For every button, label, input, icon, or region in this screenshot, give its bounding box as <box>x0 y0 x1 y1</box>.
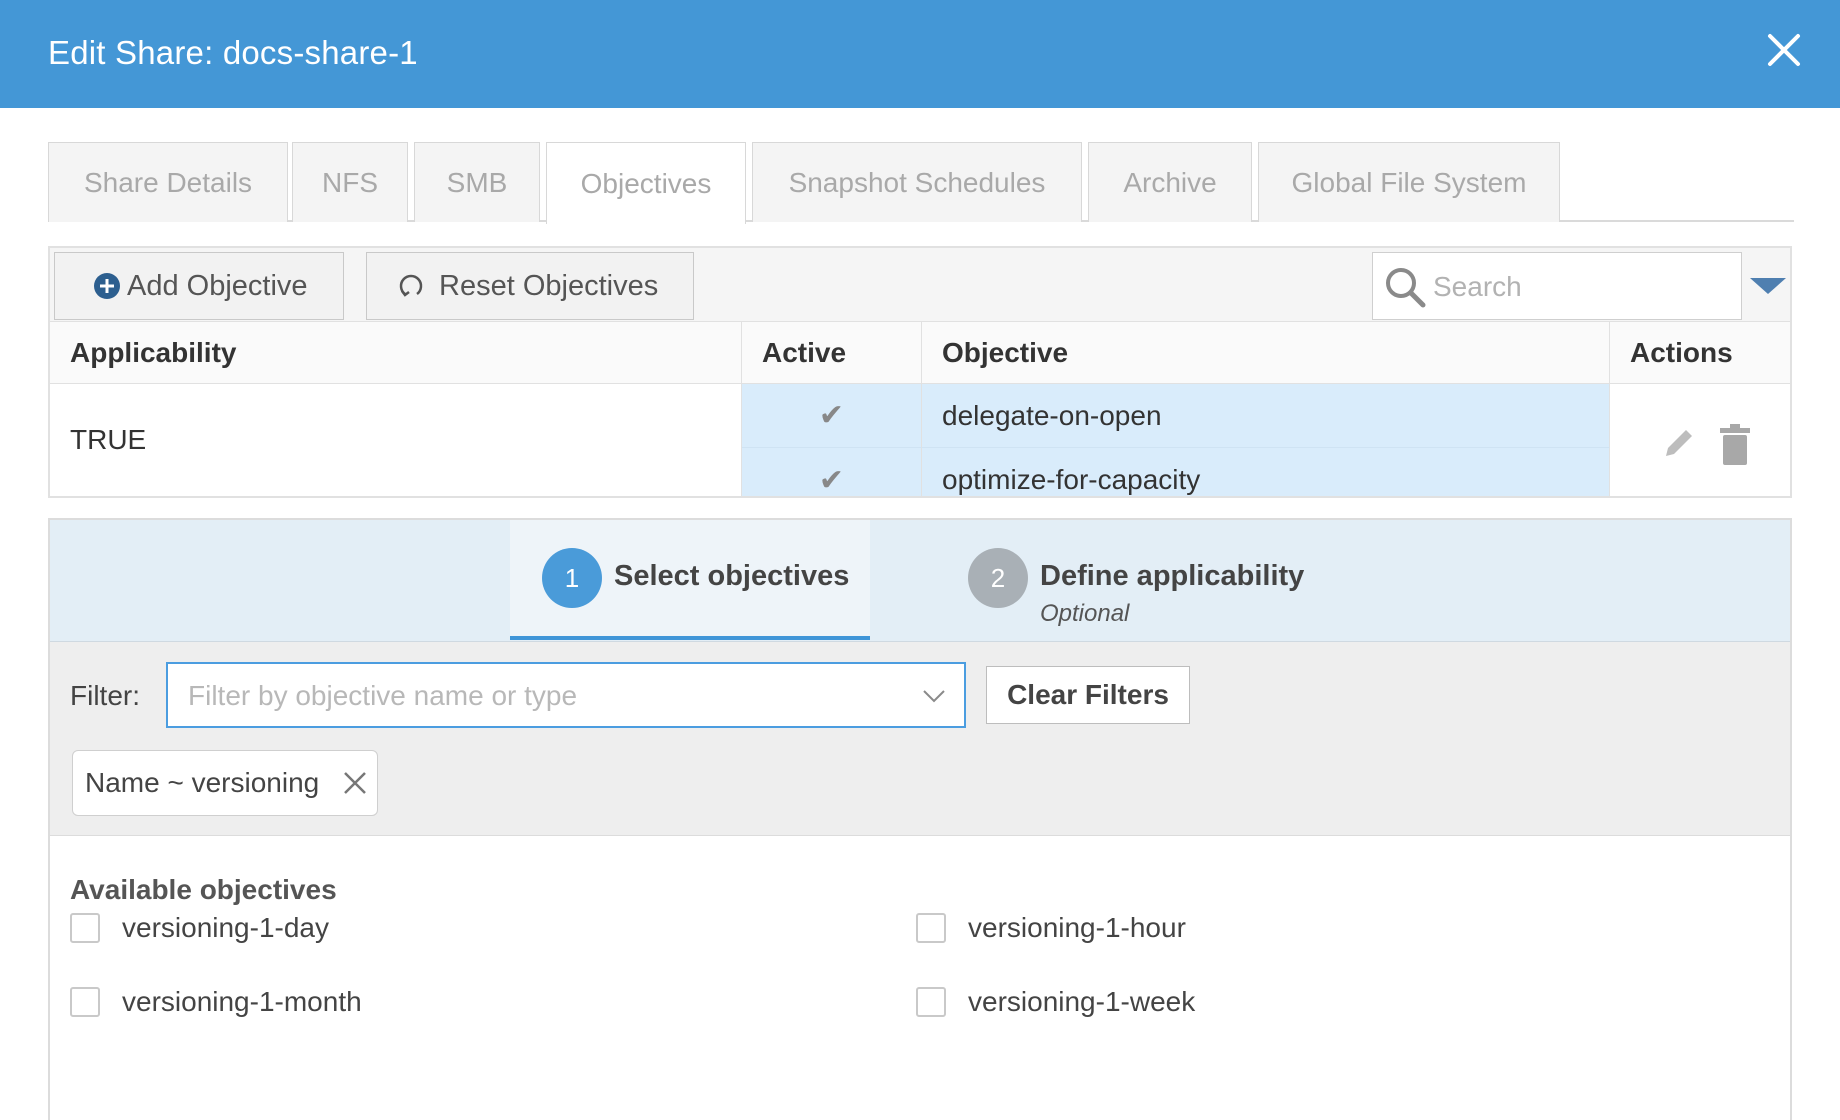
objective-cell: optimize-for-capacity <box>922 448 1610 496</box>
step-label: Define applicability <box>1040 560 1305 592</box>
trash-icon[interactable] <box>1718 424 1752 466</box>
objective-option-label: versioning-1-hour <box>968 912 1186 943</box>
column-header-applicability[interactable]: Applicability <box>50 322 742 384</box>
table-header: Applicability Active Objective Actions <box>50 322 1790 384</box>
objective-option[interactable]: versioning-1-day <box>70 908 329 948</box>
objective-wizard: 1 Select objectives 2 Define applicabili… <box>48 518 1792 1120</box>
close-icon[interactable] <box>1764 30 1804 70</box>
add-objective-label: Add Objective <box>127 269 308 302</box>
search-placeholder: Search <box>1433 271 1522 302</box>
filter-chip: Name ~ versioning <box>72 750 378 816</box>
tab-smb[interactable]: SMB <box>414 142 540 222</box>
table-toolbar: Add Objective Reset Objectives Search <box>50 248 1790 322</box>
objectives-table-panel: Add Objective Reset Objectives Search Ap… <box>48 246 1792 498</box>
tab-objectives[interactable]: Objectives <box>546 142 746 224</box>
reset-objectives-label: Reset Objectives <box>439 269 659 302</box>
step-number: 2 <box>968 548 1028 608</box>
dialog-header: Edit Share: docs-share-1 <box>0 0 1840 108</box>
filter-label: Filter: <box>70 680 140 711</box>
filter-chip-label: Name ~ versioning <box>85 767 320 798</box>
refresh-icon <box>399 274 423 297</box>
step-number: 1 <box>542 548 602 608</box>
chevron-down-icon[interactable] <box>1746 270 1790 300</box>
objective-option[interactable]: versioning-1-hour <box>916 908 1186 948</box>
pencil-icon[interactable] <box>1662 426 1696 460</box>
active-check-icon: ✔ <box>742 384 922 448</box>
add-objective-button[interactable]: Add Objective <box>54 252 344 320</box>
objective-option[interactable]: versioning-1-month <box>70 982 362 1022</box>
close-icon[interactable] <box>341 769 369 797</box>
available-objectives: Available objectives versioning-1-day ve… <box>50 836 1790 1120</box>
objective-option-label: versioning-1-day <box>122 912 329 943</box>
step-label: Select objectives <box>614 560 850 592</box>
clear-filters-button[interactable]: Clear Filters <box>986 666 1190 724</box>
objective-option-label: versioning-1-month <box>122 986 362 1017</box>
table-row[interactable]: TRUE ✔ delegate-on-open ✔ optimize-for-c… <box>50 384 1790 496</box>
search-input[interactable]: Search <box>1372 252 1742 320</box>
checkbox[interactable] <box>70 913 100 943</box>
dialog-title: Edit Share: docs-share-1 <box>48 34 418 71</box>
checkbox[interactable] <box>916 987 946 1017</box>
step-optional-label: Optional <box>1040 600 1130 627</box>
column-header-objective[interactable]: Objective <box>922 322 1610 384</box>
active-check-icon: ✔ <box>742 448 922 496</box>
tab-bar: Share Details NFS SMB Objectives Snapsho… <box>48 142 1794 224</box>
filter-placeholder: Filter by objective name or type <box>188 680 578 711</box>
plus-circle-icon <box>94 273 120 299</box>
wizard-steps: 1 Select objectives 2 Define applicabili… <box>50 520 1790 642</box>
step-define-applicability[interactable]: 2 Define applicability Optional <box>950 520 1350 640</box>
column-header-actions: Actions <box>1630 337 1733 368</box>
filter-input[interactable]: Filter by objective name or type <box>166 662 966 728</box>
tab-global-file-system[interactable]: Global File System <box>1258 142 1560 222</box>
filter-bar: Filter: Filter by objective name or type… <box>50 642 1790 836</box>
tab-share-details[interactable]: Share Details <box>48 142 288 222</box>
checkbox[interactable] <box>70 987 100 1017</box>
chevron-down-icon[interactable] <box>922 686 946 706</box>
objective-option[interactable]: versioning-1-week <box>916 982 1195 1022</box>
objective-cell: delegate-on-open <box>922 384 1610 448</box>
tab-snapshot-schedules[interactable]: Snapshot Schedules <box>752 142 1082 222</box>
tab-nfs[interactable]: NFS <box>292 142 408 222</box>
step-select-objectives[interactable]: 1 Select objectives <box>510 520 870 640</box>
row-actions <box>1610 384 1790 496</box>
checkbox[interactable] <box>916 913 946 943</box>
search-icon <box>1386 268 1426 308</box>
column-header-active[interactable]: Active <box>742 322 922 384</box>
objective-option-label: versioning-1-week <box>968 986 1196 1017</box>
available-objectives-title: Available objectives <box>70 874 337 905</box>
applicability-cell: TRUE <box>50 384 742 496</box>
reset-objectives-button[interactable]: Reset Objectives <box>366 252 694 320</box>
tab-archive[interactable]: Archive <box>1088 142 1252 222</box>
